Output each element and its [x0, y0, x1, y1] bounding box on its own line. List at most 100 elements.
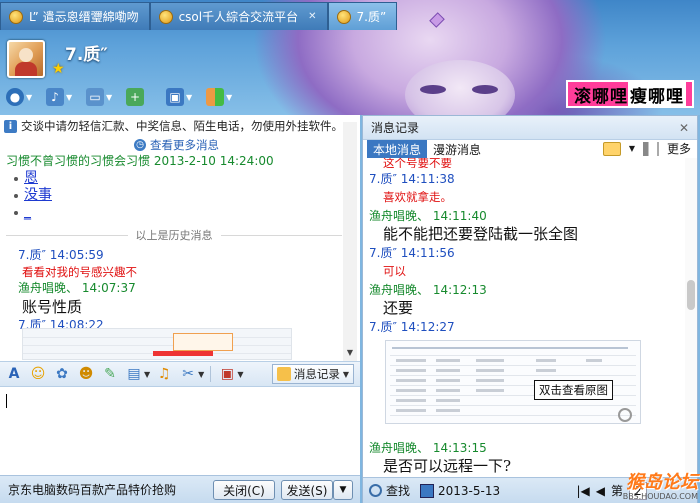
tab-csol-group[interactable]: csol千人綜合交流平台 ✕ [149, 2, 328, 30]
magic-emoji-icon[interactable]: ✿ [52, 364, 72, 384]
message-text: 可以 [383, 264, 406, 278]
tab-local-messages[interactable]: 本地消息 [367, 140, 428, 158]
message-header: 渔舟唱晚、 14:12:13 [369, 283, 487, 297]
chat-toolbar: ● ▼ ♪ ▼ ▭ ▼ + ▣ ▼ ▼ [6, 86, 238, 108]
close-tab-icon[interactable]: ✕ [308, 11, 316, 22]
apps-button[interactable]: ▼ [206, 86, 238, 108]
monitor-icon: ▣ [166, 88, 184, 106]
chevron-down-icon[interactable]: ▼ [198, 370, 204, 379]
window-tabs: L” 遣忈恖缙瓕綿嘞吻 csol千人綜合交流平台 ✕ 7.质” [0, 0, 398, 30]
list-item: 恩 [14, 170, 342, 187]
chevron-down-icon: ▼ [66, 92, 73, 102]
gift-icon[interactable]: ▣ [217, 364, 237, 384]
search-icon[interactable] [369, 484, 382, 497]
remote-assist-button[interactable]: ▣ ▼ [166, 86, 198, 108]
message-input[interactable] [0, 388, 360, 458]
voice-call-button[interactable]: ♪ ▼ [46, 86, 78, 108]
image-icon[interactable]: ▤ [124, 364, 144, 384]
calendar-icon[interactable] [420, 483, 435, 498]
font-icon[interactable]: A [4, 364, 24, 384]
send-message-button[interactable]: + [126, 86, 158, 108]
warning-text: 交谈中请勿轻信汇款、中奖信息、陌生电话，勿使用外挂软件。 [21, 119, 343, 133]
camera-icon: ● [6, 88, 24, 106]
message-manager-icon[interactable] [602, 141, 621, 156]
header-banner: L” 遣忈恖缙瓕綿嘞吻 csol千人綜合交流平台 ✕ 7.质” 7.质″ ★ ●… [0, 0, 700, 115]
screenshot-icon[interactable]: ✂ [178, 364, 198, 384]
chevron-down-icon: ▼ [106, 92, 113, 102]
message-text: 看看对我的号感兴趣不 [22, 265, 137, 279]
screenshot-thumbnail[interactable] [22, 328, 292, 360]
message-link[interactable]: _ [24, 204, 31, 221]
tab-label: csol千人綜合交流平台 [178, 10, 299, 24]
list-item: 没事 [14, 187, 342, 204]
clock-icon: ◷ [134, 139, 146, 151]
date-field[interactable]: 2013-5-13 [438, 484, 500, 498]
scroll-thumb[interactable] [687, 280, 695, 310]
zoom-icon[interactable] [618, 408, 632, 422]
message-link[interactable]: 没事 [24, 187, 52, 204]
tab-contact-active[interactable]: 7.质” [327, 2, 398, 30]
history-scrollbar[interactable] [685, 158, 697, 472]
microphone-icon: ♪ [46, 88, 64, 106]
send-options-dropdown[interactable]: ▼ [333, 480, 353, 500]
tab-roaming-messages[interactable]: 漫游消息 [427, 140, 487, 158]
more-link[interactable]: 更多 [667, 140, 691, 157]
close-button[interactable]: 关闭(C) [213, 480, 275, 500]
chevron-down-icon[interactable]: ▼ [629, 144, 635, 153]
chat-panel: i 交谈中请勿轻信汇款、中奖信息、陌生电话，勿使用外挂软件。 ◷ 查看更多消息 … [0, 115, 360, 503]
search-button[interactable]: 查找 [386, 482, 410, 499]
prev-page-icon[interactable]: ◀ [596, 484, 605, 498]
view-more-messages-link[interactable]: ◷ 查看更多消息 [134, 137, 219, 153]
avatar[interactable] [7, 40, 45, 78]
watermark: 猴岛论坛 BBS.HOUDAO.COM [622, 474, 698, 502]
message-header: 7.质″ 14:11:38 [369, 172, 455, 186]
message-history-button[interactable]: 消息记录 ▼ [271, 364, 354, 384]
history-separator: 以上是历史消息 [6, 227, 342, 243]
chevron-down-icon: ▼ [26, 92, 33, 102]
chevron-down-icon[interactable]: ▼ [144, 370, 150, 379]
speaker-icon[interactable] [642, 141, 659, 156]
smiley-icon [336, 9, 351, 24]
emoji-icon[interactable]: ☺ [28, 364, 48, 384]
message-header: 7.质″ 14:05:59 [18, 248, 104, 262]
history-panel: 消息记录 ✕ 本地消息 漫游消息 ▼ 更多 这个号要不要 7.质″ 14:11:… [362, 115, 698, 503]
message-header: 习惯不曾习惯的习惯会习惯 2013-2-10 14:24:00 [6, 154, 274, 168]
list-item: _ [14, 204, 342, 221]
message-header: 7.质″ 14:12:27 [369, 320, 455, 334]
watermark-url: BBS.HOUDAO.COM [622, 492, 698, 501]
ad-link[interactable]: 京东电脑数码百款产品特价抢购 [8, 481, 176, 498]
close-icon[interactable]: ✕ [679, 121, 689, 135]
message-text: 喜欢就拿走。 [383, 190, 452, 204]
message-header: 渔舟唱晚、 14:07:37 [18, 281, 136, 295]
scroll-down-icon[interactable]: ▼ [343, 348, 357, 360]
promo-banner[interactable]: 滚哪哩 瘦哪哩 [566, 80, 694, 108]
security-warning: i 交谈中请勿轻信汇款、中奖信息、陌生电话，勿使用外挂软件。 [4, 118, 354, 134]
history-log: 这个号要不要 7.质″ 14:11:38 喜欢就拿走。 渔舟唱晚、 14:11:… [369, 158, 683, 474]
video-call-button[interactable]: ● ▼ [6, 86, 38, 108]
send-file-button[interactable]: ▭ ▼ [86, 86, 118, 108]
tab-contact-1[interactable]: L” 遣忈恖缙瓕綿嘞吻 [0, 2, 150, 30]
message-list: 习惯不曾习惯的习惯会习惯 2013-2-10 14:24:00 恩 没事 _ 以… [6, 153, 342, 334]
send-button[interactable]: 发送(S) [281, 480, 333, 500]
bottom-bar: 京东电脑数码百款产品特价抢购 关闭(C) 发送(S) ▼ [0, 475, 360, 503]
history-panel-title: 消息记录 ✕ [363, 116, 697, 140]
nudge-icon[interactable]: ☻ [76, 364, 96, 384]
message-link[interactable]: 恩 [24, 170, 38, 187]
chevron-down-icon: ▼ [342, 369, 349, 379]
edit-icon[interactable]: ✎ [100, 364, 120, 384]
image-tooltip: 双击查看原图 [534, 380, 613, 400]
tab-label: L” 遣忈恖缙瓕綿嘞吻 [29, 10, 139, 24]
chevron-down-icon[interactable]: ▼ [237, 370, 243, 379]
chat-bubble-icon: + [126, 88, 144, 106]
tab-label: 7.质” [356, 10, 387, 24]
message-text: 还要 [383, 299, 414, 317]
music-icon[interactable]: ♫ [154, 364, 174, 384]
apps-grid-icon [206, 88, 224, 106]
history-icon [276, 367, 291, 381]
history-button-label: 消息记录 [293, 367, 340, 381]
chat-scrollbar[interactable]: ▼ [343, 122, 357, 362]
message-text: 能不能把还要登陆截一张全图 [383, 225, 579, 243]
first-page-icon[interactable]: |◀ [576, 484, 589, 498]
history-tools: ▼ 更多 [602, 140, 691, 157]
group-icon [158, 9, 173, 24]
